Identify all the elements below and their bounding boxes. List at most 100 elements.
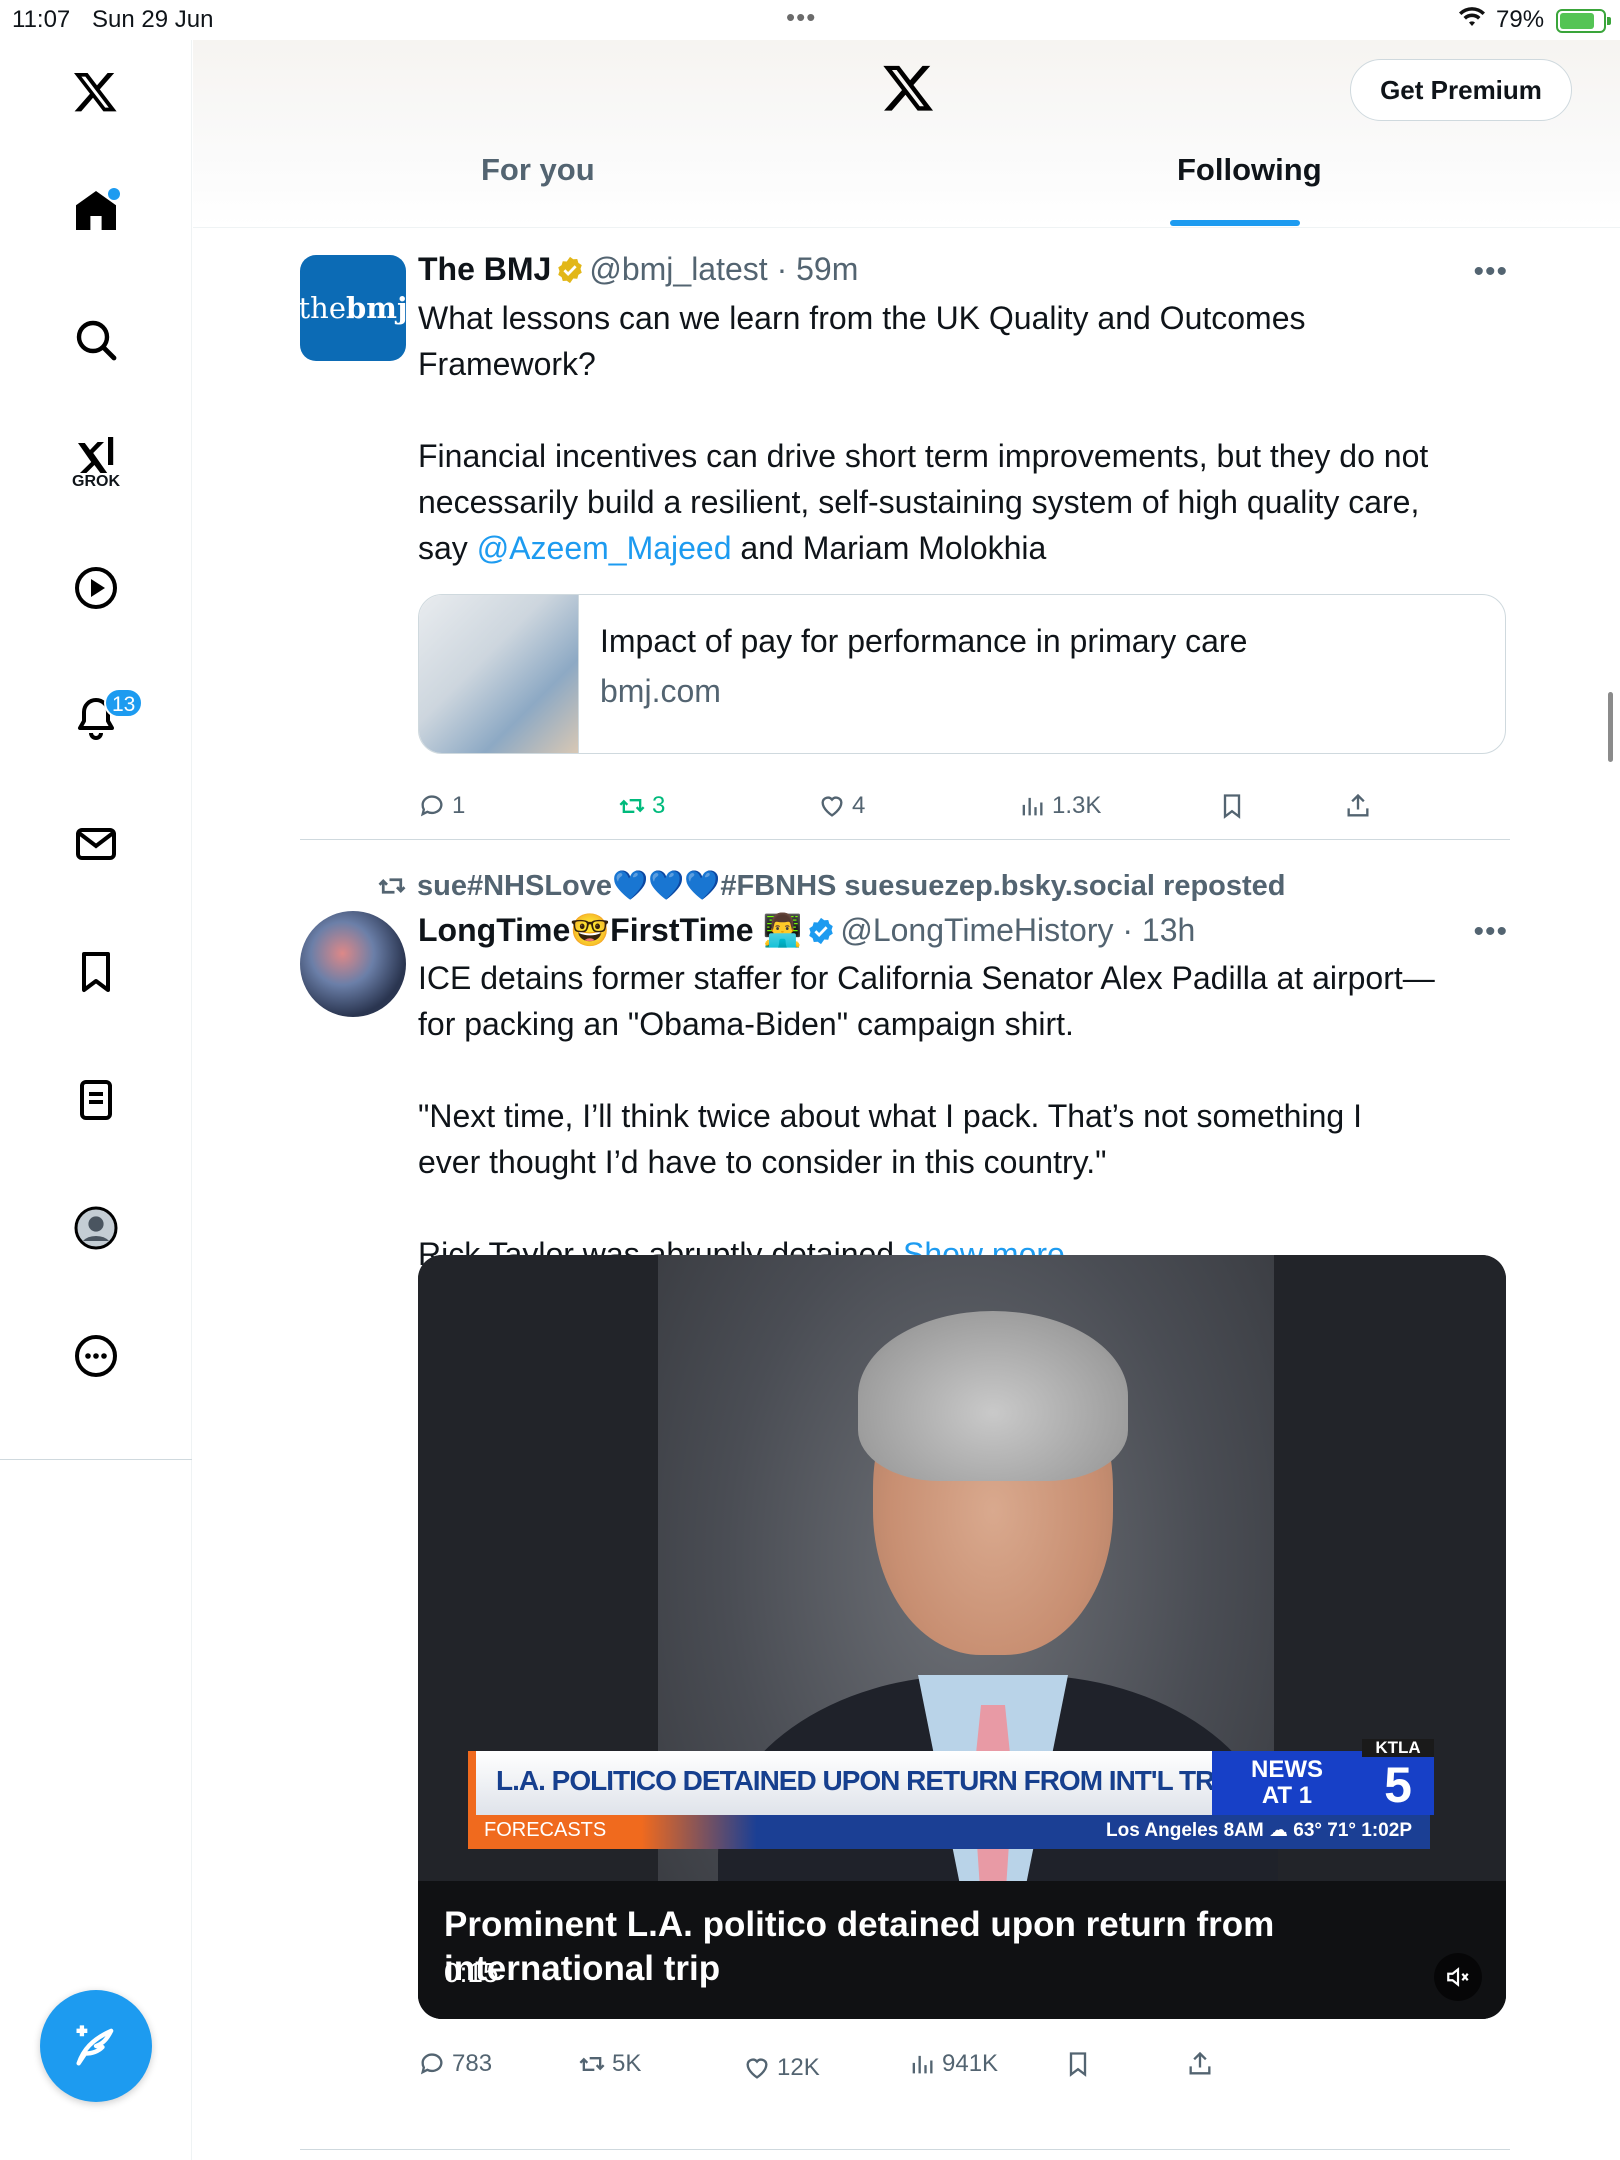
compose-post-button[interactable]	[40, 1990, 152, 2102]
link-card-title: Impact of pay for performance in primary…	[600, 623, 1248, 659]
gold-verified-badge-icon	[558, 256, 583, 284]
bookmarks-icon[interactable]	[66, 942, 126, 1002]
view-count: 941K	[942, 2050, 999, 2077]
reply-count: 1	[452, 792, 466, 819]
x-logo-icon[interactable]	[881, 60, 937, 116]
reply-button[interactable]: 783	[418, 2050, 492, 2078]
handle-and-time[interactable]: @LongTimeHistory · 13h	[840, 912, 1195, 948]
nerd-face-emoji: 🤓	[570, 912, 611, 948]
more-icon[interactable]: •••	[1473, 915, 1508, 949]
bookmark-button[interactable]	[1064, 2050, 1092, 2078]
sidebar-divider	[0, 1459, 192, 1460]
repost-count: 5K	[612, 2050, 642, 2077]
like-count: 12K	[777, 2054, 820, 2081]
compose-feather-icon	[76, 2025, 114, 2066]
views-button[interactable]: 941K	[908, 2050, 998, 2078]
reply-icon	[420, 795, 443, 817]
multitasking-dots-icon[interactable]: •••	[786, 2, 816, 33]
battery-percent: 79%	[1496, 6, 1545, 33]
wifi-icon	[1459, 7, 1485, 26]
messages-icon[interactable]	[66, 814, 126, 874]
news-chyron: L.A. POLITICO DETAINED UPON RETURN FROM …	[468, 1751, 1240, 1815]
video-player[interactable]: L.A. POLITICO DETAINED UPON RETURN FROM …	[418, 1255, 1506, 2019]
news-at-1-label: NEWS AT 1	[1212, 1751, 1362, 1815]
timeline-header: Get Premium For you Following	[193, 40, 1620, 228]
handle-and-time[interactable]: @bmj_latest · 59m	[589, 251, 858, 287]
more-options-icon[interactable]	[66, 1326, 126, 1386]
get-premium-button[interactable]: Get Premium	[1350, 59, 1572, 121]
video-caption: Prominent L.A. politico detained upon re…	[444, 1905, 1275, 1988]
display-name-part-2: FirstTime	[610, 912, 754, 948]
battery-icon	[1556, 9, 1611, 33]
speaker-muted-icon	[1447, 1967, 1469, 1987]
like-button[interactable]: 12K	[743, 2054, 820, 2082]
avatar-text-light: the	[300, 291, 347, 325]
status-date: Sun 29 Jun	[92, 6, 214, 33]
news-chyron-forecasts: FORECASTS	[484, 1819, 607, 1841]
avatar[interactable]: the bmj	[300, 255, 406, 361]
tweet-text: What lessons can we learn from the UK Qu…	[418, 295, 1508, 571]
ktla-label: KTLA	[1362, 1739, 1434, 1757]
more-icon[interactable]: •••	[1473, 255, 1508, 289]
reply-icon	[420, 2053, 443, 2075]
share-button[interactable]	[1186, 2050, 1214, 2078]
video-time: 0:15	[444, 1957, 499, 1988]
home-unread-dot	[108, 188, 120, 200]
x-logo-icon[interactable]	[66, 62, 126, 122]
tweet-divider	[300, 839, 1510, 840]
ktla-channel-number: 5	[1384, 1757, 1412, 1813]
bookmark-icon	[1069, 2052, 1087, 2077]
news-chyron-subbar: FORECASTS Los Angeles 8AM ☁ 63° 71° 1:02…	[468, 1815, 1430, 1849]
home-icon[interactable]	[66, 180, 126, 240]
reply-button[interactable]: 1	[418, 792, 465, 820]
like-button[interactable]: 4	[818, 792, 865, 820]
sidebar: GROK 13	[0, 40, 192, 2160]
link-card[interactable]: Impact of pay for performance in primary…	[418, 594, 1506, 754]
notifications-badge: 13	[104, 688, 144, 718]
repost-button[interactable]: 3	[618, 792, 665, 820]
tab-for-you[interactable]: For you	[481, 152, 595, 188]
status-time: 11:07	[12, 6, 71, 33]
news-chyron-text: L.A. POLITICO DETAINED UPON RETURN FROM …	[496, 1765, 1240, 1796]
grok-icon[interactable]: GROK	[66, 425, 126, 490]
views-chart-icon	[1022, 797, 1043, 816]
technologist-emoji: 👨‍💻	[762, 912, 803, 948]
tweet-text: ICE detains former staffer for Californi…	[418, 955, 1508, 1277]
tweet-text-body: What lessons can we learn from the UK Qu…	[418, 300, 1429, 566]
display-name-part-1: LongTime	[418, 912, 571, 948]
share-icon	[1189, 2051, 1211, 2075]
views-chart-icon	[912, 2055, 933, 2074]
status-bar: 11:07 Sun 29 Jun ••• 79%	[0, 0, 1620, 40]
reposted-by-line[interactable]: sue#NHSLove💙💙💙#FBNHS suesuezep.bsky.soci…	[377, 869, 1286, 903]
lists-icon[interactable]	[66, 1070, 126, 1130]
bookmark-button[interactable]	[1218, 792, 1246, 820]
display-name[interactable]: The BMJ	[418, 251, 551, 287]
search-icon[interactable]	[66, 310, 126, 370]
avatar[interactable]	[300, 911, 406, 1017]
repost-icon	[619, 799, 645, 813]
tweet-text-body: ICE detains former staffer for Californi…	[418, 960, 1435, 1272]
notifications-bell-icon[interactable]: 13	[66, 688, 144, 748]
mention-link[interactable]: @Azeem_Majeed	[477, 530, 732, 566]
share-button[interactable]	[1344, 792, 1372, 820]
link-card-thumbnail	[419, 595, 579, 753]
scrollbar[interactable]	[1608, 692, 1613, 762]
active-tab-indicator	[1170, 220, 1300, 226]
blue-verified-badge-icon	[809, 917, 834, 945]
bookmark-icon	[1223, 794, 1241, 819]
view-count: 1.3K	[1052, 792, 1102, 819]
repost-button[interactable]: 5K	[578, 2050, 641, 2078]
tweet-text-end: and Mariam Molokhia	[731, 530, 1047, 566]
heart-icon	[746, 2058, 768, 2079]
share-icon	[1347, 793, 1369, 817]
video-icon[interactable]	[66, 558, 126, 618]
mute-button[interactable]	[1434, 1953, 1482, 2001]
tab-following[interactable]: Following	[1177, 152, 1322, 188]
like-count: 4	[852, 792, 866, 819]
tweet-header: The BMJ @bmj_latest · 59m •••	[418, 251, 1508, 295]
display-name[interactable]: LongTime🤓FirstTime 👨‍💻	[418, 912, 802, 948]
views-button[interactable]: 1.3K	[1018, 792, 1101, 820]
profile-avatar-icon[interactable]	[66, 1198, 126, 1258]
avatar-text-bold: bmj	[346, 291, 406, 325]
tweet-divider	[300, 2149, 1510, 2150]
